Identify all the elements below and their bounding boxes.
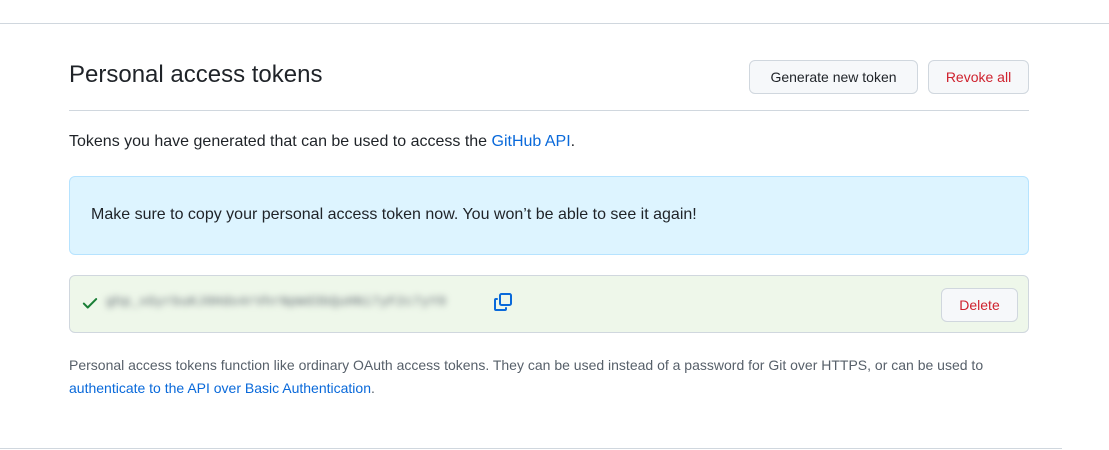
basic-auth-link[interactable]: authenticate to the API over Basic Authe… <box>69 380 371 396</box>
copy-icon[interactable] <box>492 291 514 313</box>
new-token-row: ghp_xGyrbuKJ0Hdo4rVhrNpWd3bQuHNi7yF2c7yY… <box>69 275 1029 333</box>
github-api-link[interactable]: GitHub API <box>492 133 571 150</box>
intro-text: Tokens you have generated that can be us… <box>69 133 575 151</box>
bottom-divider <box>0 448 1062 449</box>
footnote-suffix: . <box>370 380 375 396</box>
revoke-all-button[interactable]: Revoke all <box>928 60 1029 94</box>
token-footnote: Personal access tokens function like ord… <box>69 354 1049 400</box>
intro-text-body: Tokens you have generated that can be us… <box>69 133 492 150</box>
intro-text-suffix: . <box>570 133 576 150</box>
delete-token-button[interactable]: Delete <box>941 288 1018 322</box>
check-icon <box>82 298 98 309</box>
generate-new-token-button[interactable]: Generate new token <box>749 60 918 94</box>
page-header: Personal access tokens Generate new toke… <box>69 58 1029 111</box>
footnote-body: Personal access tokens function like ord… <box>69 357 984 373</box>
page-title: Personal access tokens <box>69 61 323 88</box>
flash-notice: Make sure to copy your personal access t… <box>69 176 1029 255</box>
top-divider <box>0 23 1109 24</box>
token-value[interactable]: ghp_xGyrbuKJ0Hdo4rVhrNpWd3bQuHNi7yF2c7yY… <box>106 294 446 309</box>
flash-message: Make sure to copy your personal access t… <box>91 206 697 223</box>
